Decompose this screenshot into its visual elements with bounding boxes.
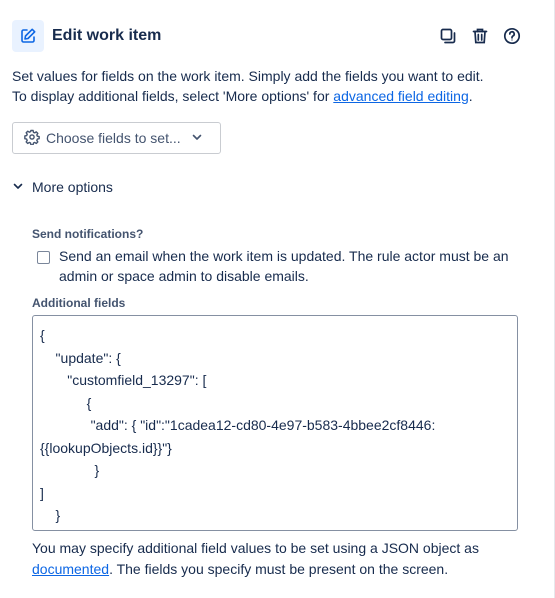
send-email-text: Send an email when the work item is upda… xyxy=(59,248,509,284)
trash-icon[interactable] xyxy=(470,26,490,46)
send-email-option: Send an email when the work item is upda… xyxy=(37,246,527,286)
additional-fields-json-input[interactable]: { "update": { "customfield_13297": [ { "… xyxy=(32,315,518,531)
description-line-1: Set values for fields on the work item. … xyxy=(12,68,484,84)
more-options-label: More options xyxy=(32,179,113,195)
duplicate-icon[interactable] xyxy=(438,26,458,46)
footer-suffix: . The fields you specify must be present… xyxy=(109,561,449,577)
description-line-2-prefix: To display additional fields, select 'Mo… xyxy=(12,88,334,104)
header-actions xyxy=(438,26,522,46)
send-email-checkbox[interactable] xyxy=(37,251,50,264)
chevron-down-icon xyxy=(12,179,24,195)
choose-fields-button[interactable]: Choose fields to set... xyxy=(12,122,221,154)
page-title: Edit work item xyxy=(52,27,162,44)
advanced-field-editing-link[interactable]: advanced field editing xyxy=(333,88,468,104)
gear-icon xyxy=(24,129,40,148)
footer-description: You may specify additional field values … xyxy=(32,538,532,580)
chevron-down-icon xyxy=(191,130,203,146)
description: Set values for fields on the work item. … xyxy=(12,66,542,106)
edit-icon xyxy=(12,20,44,52)
help-icon[interactable] xyxy=(502,26,522,46)
choose-fields-label: Choose fields to set... xyxy=(46,130,181,146)
description-line-2-suffix: . xyxy=(468,88,473,104)
panel-header: Edit work item xyxy=(12,20,532,52)
footer-prefix: You may specify additional field values … xyxy=(32,540,479,556)
description-line-2: To display additional fields, select 'Mo… xyxy=(12,86,542,106)
more-options-toggle[interactable]: More options xyxy=(12,176,113,198)
documented-link[interactable]: documented xyxy=(32,561,109,577)
send-notifications-label: Send notifications? xyxy=(32,227,144,241)
additional-fields-label: Additional fields xyxy=(32,296,126,310)
